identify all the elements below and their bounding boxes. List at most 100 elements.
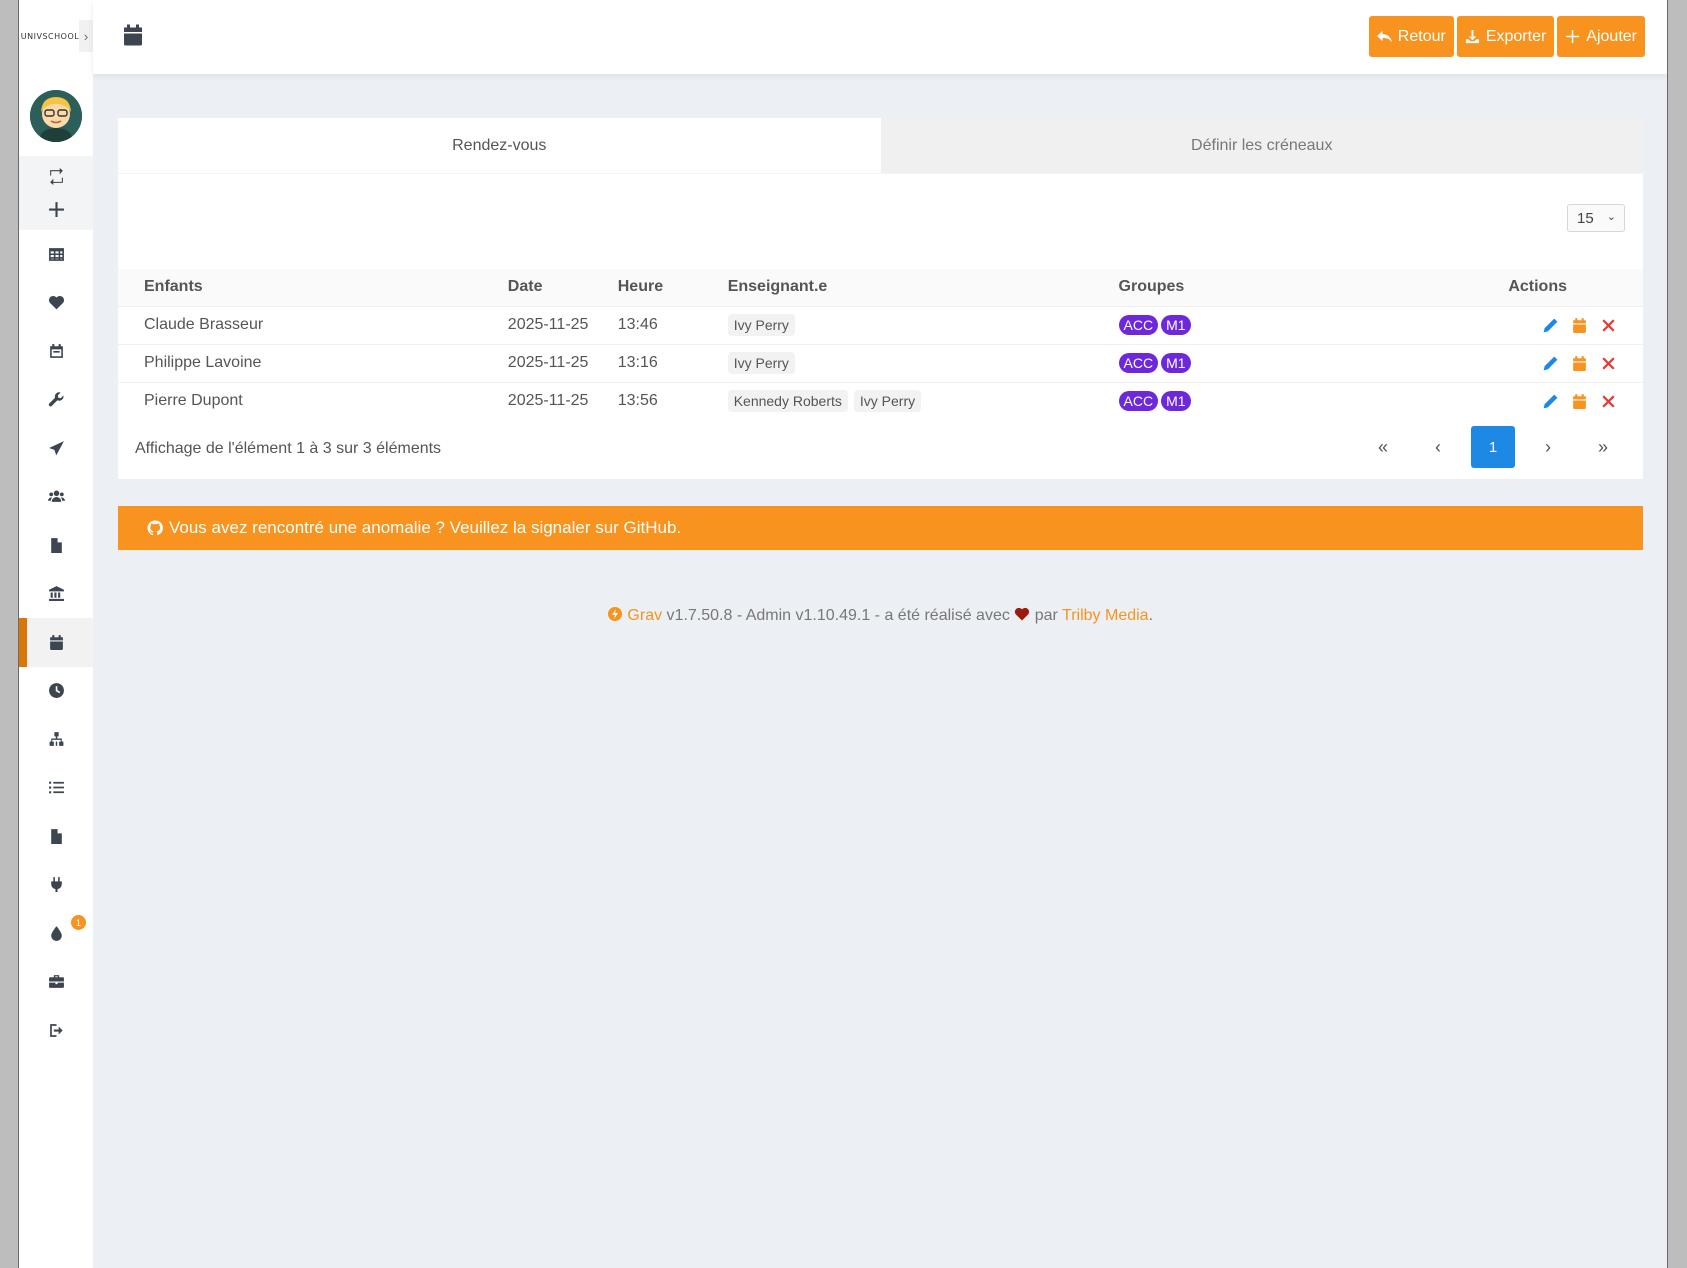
group-badge: M1 xyxy=(1161,391,1191,412)
brand-logo[interactable]: UNIVSCHOOL xyxy=(21,32,79,41)
back-button-label: Retour xyxy=(1397,27,1446,45)
per-page-select[interactable]: 15 ⌄ xyxy=(1567,204,1625,232)
tabs: Rendez-vous Définir les créneaux xyxy=(118,118,1643,173)
download-icon xyxy=(1465,29,1479,44)
nav-structure[interactable] xyxy=(19,715,93,764)
grav-logo-icon xyxy=(607,607,622,621)
nav-institution[interactable] xyxy=(19,570,93,619)
teacher-tag: Kennedy Roberts xyxy=(727,390,848,413)
wrench-icon xyxy=(48,392,64,407)
back-button[interactable]: Retour xyxy=(1368,16,1454,57)
file-alt-icon xyxy=(50,828,62,844)
cell-child: Philippe Lavoine xyxy=(118,344,508,383)
cell-groups: ACC M1 xyxy=(1118,382,1509,420)
calendar-icon xyxy=(124,24,142,46)
nav-logout[interactable] xyxy=(19,1006,93,1055)
heart-icon xyxy=(48,296,64,310)
nav-history[interactable] xyxy=(19,667,93,716)
nav-users[interactable] xyxy=(19,473,93,522)
cell-time: 13:56 xyxy=(617,392,658,410)
export-button-label: Exporter xyxy=(1485,27,1547,45)
clock-icon xyxy=(48,683,64,699)
column-header-time[interactable]: Heure xyxy=(617,269,728,307)
avatar-illustration-icon xyxy=(30,90,82,142)
tab-appointments[interactable]: Rendez-vous xyxy=(118,118,881,173)
trilby-link[interactable]: Trilby Media xyxy=(1062,607,1149,624)
calendar-icon[interactable] xyxy=(1571,393,1588,410)
teacher-tag: Ivy Perry xyxy=(727,352,795,374)
table-row: Philippe Lavoine 2025-11-25 13:16 Ivy Pe… xyxy=(118,344,1643,383)
prev-page-button[interactable]: ‹ xyxy=(1416,426,1460,468)
nav-pages[interactable] xyxy=(19,812,93,861)
column-header-child[interactable]: Enfants xyxy=(118,269,508,307)
university-icon xyxy=(48,586,64,602)
delete-x-icon[interactable] xyxy=(1600,355,1617,372)
list-icon xyxy=(48,781,64,794)
sitemap-icon xyxy=(49,731,63,746)
users-icon xyxy=(47,490,65,503)
calendar-icon[interactable] xyxy=(1571,355,1588,372)
edit-pencil-icon[interactable] xyxy=(1542,393,1559,410)
nav-appointments[interactable] xyxy=(19,618,93,667)
next-page-button[interactable]: › xyxy=(1526,426,1570,468)
teacher-tag: Ivy Perry xyxy=(727,314,795,336)
delete-x-icon[interactable] xyxy=(1600,393,1617,410)
footer-dot: . xyxy=(1148,607,1154,624)
bug-report-notice[interactable]: Vous avez rencontré une anomalie ? Veuil… xyxy=(118,506,1643,550)
current-page-button[interactable]: 1 xyxy=(1471,426,1515,468)
cell-teacher: Kennedy Roberts Ivy Perry xyxy=(727,382,1119,420)
column-header-actions: Actions xyxy=(1508,269,1643,307)
reply-icon xyxy=(1376,30,1392,43)
column-header-teacher[interactable]: Enseignant.e xyxy=(727,269,1119,307)
add-button-label: Ajouter xyxy=(1586,27,1637,45)
sidebar-toggle-button[interactable]: › xyxy=(79,20,93,52)
notification-badge: 1 xyxy=(71,915,86,930)
page-title-icon xyxy=(121,23,145,52)
heart-icon xyxy=(1015,607,1030,621)
appointments-table: Enfants Date Heure Enseignant.e Groupes … xyxy=(118,269,1643,420)
cell-teacher: Ivy Perry xyxy=(727,344,1119,383)
last-page-button[interactable]: » xyxy=(1581,426,1625,468)
edit-pencil-icon[interactable] xyxy=(1542,317,1559,334)
nav-toolbox[interactable] xyxy=(19,958,93,1007)
chevron-down-icon: ⌄ xyxy=(1606,211,1616,223)
nav-calendar-week[interactable] xyxy=(19,327,93,376)
nav-switch[interactable] xyxy=(19,160,93,193)
nav-dashboard[interactable] xyxy=(19,230,93,279)
brand[interactable]: UNIVSCHOOL › xyxy=(19,0,93,72)
group-badge: ACC xyxy=(1118,391,1159,412)
nav-list[interactable] xyxy=(19,764,93,813)
tab-define-slots[interactable]: Définir les créneaux xyxy=(880,118,1643,173)
cell-groups: ACC M1 xyxy=(1118,306,1509,345)
nav-documents[interactable] xyxy=(19,521,93,570)
nav-send[interactable] xyxy=(19,424,93,473)
calendar-icon[interactable] xyxy=(1571,317,1588,334)
grav-link[interactable]: Grav xyxy=(627,607,662,624)
nav-plugins[interactable] xyxy=(19,861,93,910)
sign-out-icon xyxy=(49,1023,63,1037)
header-actions: Retour Exporter Ajouter xyxy=(1368,16,1645,57)
nav-add[interactable] xyxy=(19,193,93,226)
add-button[interactable]: Ajouter xyxy=(1557,16,1645,57)
delete-x-icon[interactable] xyxy=(1600,317,1617,334)
table-toolbar: 15 ⌄ xyxy=(118,173,1643,269)
tint-icon xyxy=(50,925,62,941)
first-page-button[interactable]: « xyxy=(1361,426,1405,468)
github-icon xyxy=(147,520,163,536)
nav-tools[interactable] xyxy=(19,376,93,425)
plug-icon xyxy=(50,877,62,893)
cell-time: 13:16 xyxy=(617,344,728,383)
table-row: Pierre Dupont 2025-11-25 13:56 Kennedy R… xyxy=(118,382,1643,420)
export-button[interactable]: Exporter xyxy=(1456,16,1555,57)
cell-date: 2025-11-25 xyxy=(507,306,618,345)
nav-favorites[interactable] xyxy=(19,279,93,328)
column-header-groups[interactable]: Groupes xyxy=(1118,269,1509,307)
avatar[interactable] xyxy=(30,90,82,142)
column-header-date[interactable]: Date xyxy=(507,269,618,307)
nav-themes[interactable]: 1 xyxy=(19,909,93,958)
cell-actions xyxy=(1508,344,1643,383)
calendar-icon xyxy=(49,634,63,650)
edit-pencil-icon[interactable] xyxy=(1542,355,1559,372)
cell-time: 13:46 xyxy=(617,306,728,345)
cell-groups: ACC M1 xyxy=(1118,344,1509,383)
